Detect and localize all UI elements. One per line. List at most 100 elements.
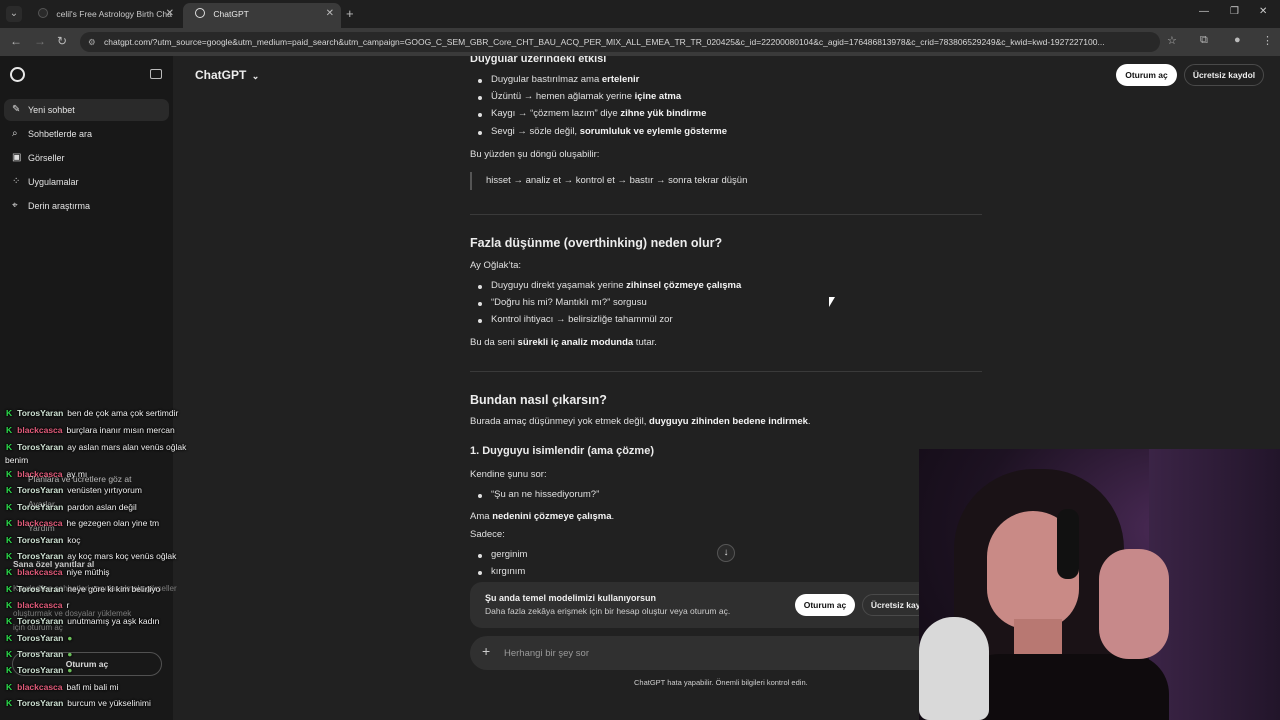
chat-badge-icon: K: [6, 485, 13, 495]
new-tab-icon[interactable]: +: [346, 6, 354, 21]
list-item: gerginim: [477, 549, 528, 560]
browser-toolbar: ← → ↻ ⚙ chatgpt.com/?utm_source=google&u…: [0, 28, 1280, 56]
sidebar-item-label: Uygulamalar: [28, 177, 79, 187]
chat-badge-icon: K: [6, 408, 13, 418]
sidebar-item-label: Sohbetlerde ara: [28, 129, 93, 139]
ghost-text: Ayarlar: [28, 499, 55, 509]
chat-message: K TorosYaran ●: [6, 633, 73, 643]
site-settings-icon[interactable]: ⚙: [88, 32, 96, 52]
chat-badge-icon: K: [6, 469, 13, 479]
list-item: “Doğru his mi? Mantıklı mı?” sorgusu: [478, 297, 647, 308]
forward-icon[interactable]: →: [34, 34, 46, 48]
research-icon: ⌖: [12, 200, 18, 211]
scroll-down-arrow-icon[interactable]: ↓: [717, 544, 735, 562]
list-item: Sevgi → sözle değil, sorumluluk ve eylem…: [477, 126, 728, 137]
divider: [470, 214, 982, 215]
address-bar[interactable]: ⚙ chatgpt.com/?utm_source=google&utm_med…: [80, 32, 1160, 52]
chat-badge-icon: K: [6, 616, 13, 626]
ghost-text: için oturum aç: [13, 623, 63, 632]
list-item: Kaygı → “çözmem lazım” diye zihne yük bi…: [477, 108, 707, 119]
profile-avatar-icon[interactable]: ●: [1234, 34, 1241, 46]
chat-badge-icon: K: [6, 698, 13, 708]
restore-icon[interactable]: ❐: [1230, 6, 1239, 17]
banner-title: Şu anda temel modelimizi kullanıyorsun: [485, 593, 657, 603]
chat-badge-icon: K: [6, 665, 13, 675]
chatgpt-favicon-icon: [195, 8, 205, 18]
divider: [470, 371, 982, 372]
list-item: Kontrol ihtiyacı → belirsizliğe tahammül…: [478, 314, 673, 325]
sidebar-item-label: Yeni sohbet: [28, 105, 75, 115]
banner-subtitle: Daha fazla zekâya erişmek için bir hesap…: [485, 606, 731, 616]
chat-badge-icon: K: [6, 502, 13, 512]
edit-icon: ✎: [12, 104, 21, 115]
chat-message: K TorosYaran koç: [6, 535, 81, 545]
chat-message: K TorosYaran pardon aslan değil: [6, 502, 137, 512]
model-selector[interactable]: ChatGPT ⌄: [195, 68, 259, 82]
chat-message: Kblackcasca burçlara inanır mısın mercan: [6, 425, 175, 435]
disclaimer-note: ChatGPT hata yapabilir. Önemli bilgileri…: [634, 678, 808, 687]
url-text: chatgpt.com/?utm_source=google&utm_mediu…: [104, 37, 1105, 47]
minimize-icon[interactable]: —: [1199, 6, 1209, 17]
paragraph: Kendine şunu sor:: [470, 469, 547, 480]
chatgpt-logo-icon[interactable]: [10, 67, 25, 82]
chat-badge-icon: K: [6, 600, 13, 610]
message-composer: +: [470, 636, 982, 670]
browser-menu-icon[interactable]: ⋮: [1262, 34, 1273, 47]
login-button[interactable]: Oturum aç: [1116, 64, 1177, 86]
browser-tab-astrology[interactable]: celil's Free Astrology Birth Cha ✕: [26, 3, 181, 28]
blockquote: hisset → analiz et → kontrol et → bastır…: [470, 172, 747, 190]
microphone: [919, 617, 989, 720]
stream-chat-overlay: K TorosYaran ben de çok ama çok sertimdir …: [0, 408, 215, 720]
list-item: Duygular bastırılmaz ama ertelenir: [477, 74, 640, 85]
chat-badge-icon: K: [6, 584, 13, 594]
paragraph: Ay Oğlak’ta:: [470, 260, 522, 271]
close-tab-icon[interactable]: ✕: [326, 3, 334, 25]
chat-message: Kblackcasca bafi mi bali mi: [6, 682, 119, 692]
chat-message: K TorosYaran burcum ve yükselinimi: [6, 698, 151, 708]
chat-message: K TorosYaran venüsten yırtıyorum: [6, 485, 142, 495]
list-item: Üzüntü → hemen ağlamak yerine içine atma: [477, 91, 682, 102]
section-heading: Duygular üzerindeki etkisi: [470, 56, 607, 65]
sidebar-item-label: Görseller: [28, 153, 65, 163]
sidebar-item-deep-research[interactable]: ⌖ Derin araştırma: [4, 195, 169, 217]
login-banner: Şu anda temel modelimizi kullanıyorsun D…: [470, 582, 982, 628]
chevron-down-icon: ⌄: [251, 71, 260, 81]
headset: [1057, 509, 1079, 579]
close-window-icon[interactable]: ✕: [1259, 6, 1267, 17]
sidebar-item-search[interactable]: ⌕ Sohbetlerde ara: [4, 123, 169, 145]
sidebar-item-images[interactable]: ▣ Görseller: [4, 147, 169, 169]
prompt-input[interactable]: [504, 644, 924, 662]
ghost-login-button[interactable]: Oturum aç: [12, 652, 162, 676]
image-icon: ▣: [12, 152, 22, 163]
model-name: ChatGPT: [195, 68, 247, 82]
emote-icon: ●: [67, 633, 73, 643]
extensions-icon[interactable]: ⧉: [1200, 34, 1208, 47]
ghost-text: oluşturmak ve dosyalar yüklemek: [13, 609, 132, 618]
chat-badge-icon: K: [6, 649, 13, 659]
banner-login-button[interactable]: Oturum aç: [795, 594, 855, 616]
chat-badge-icon: K: [6, 425, 13, 435]
browser-tab-bar: ⌄ celil's Free Astrology Birth Cha ✕ Cha…: [0, 0, 1280, 28]
collapse-sidebar-icon[interactable]: [150, 69, 162, 79]
sidebar-item-label: Derin araştırma: [28, 201, 91, 211]
back-icon[interactable]: ←: [10, 34, 22, 48]
ghost-text: Sana özel yanıtlar al: [13, 559, 95, 569]
add-attachment-icon[interactable]: +: [482, 643, 490, 659]
webcam-overlay: [919, 449, 1280, 720]
tab-search-dropdown-icon[interactable]: ⌄: [6, 6, 22, 22]
close-tab-icon[interactable]: ✕: [166, 3, 174, 25]
streamer-shirt: [959, 654, 1169, 720]
sidebar-item-new-chat[interactable]: ✎ Yeni sohbet: [4, 99, 169, 121]
bookmark-star-icon[interactable]: ☆: [1167, 34, 1177, 47]
sidebar-item-apps[interactable]: ⁘ Uygulamalar: [4, 171, 169, 193]
list-item: “Şu an ne hissediyorum?”: [477, 489, 600, 500]
browser-tab-chatgpt[interactable]: ChatGPT ✕: [183, 3, 341, 28]
section-heading: Fazla düşünme (overthinking) neden olur?: [470, 236, 723, 250]
signup-button[interactable]: Ücretsiz kaydol: [1184, 64, 1264, 86]
streamer-hand: [1099, 549, 1169, 659]
search-icon: ⌕: [12, 128, 18, 139]
reload-icon[interactable]: ↻: [57, 34, 67, 48]
mouse-cursor-icon: [829, 297, 835, 307]
screen: ⌄ celil's Free Astrology Birth Cha ✕ Cha…: [0, 0, 1280, 720]
chat-badge-icon: K: [6, 518, 13, 528]
